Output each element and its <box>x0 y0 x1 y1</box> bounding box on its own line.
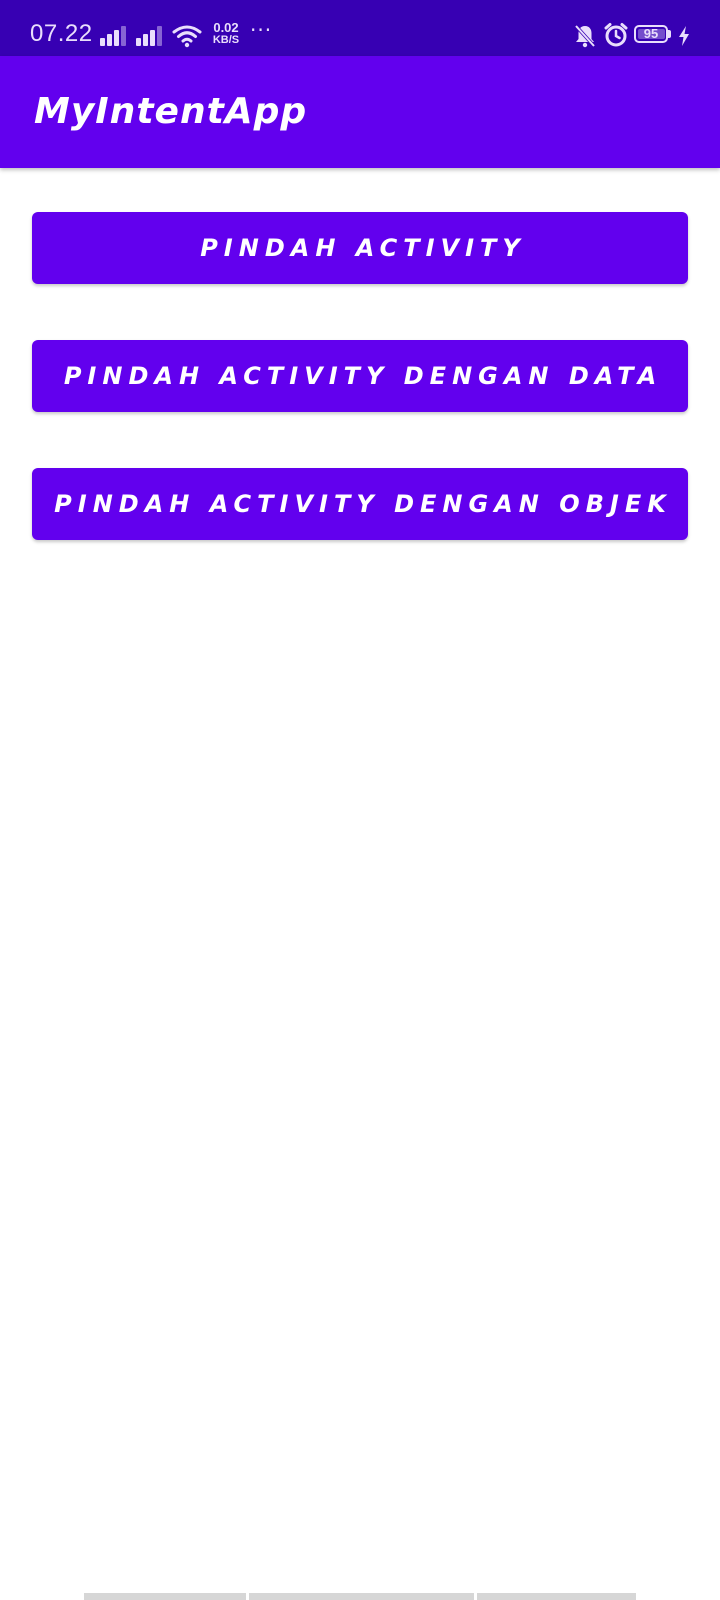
status-bar: 07.22 0.02 KB/S ··· 95 <box>0 0 720 56</box>
nav-segment-left[interactable] <box>84 1593 246 1600</box>
move-activity-button[interactable]: PINDAH ACTIVITY <box>32 212 688 284</box>
app-title: MyIntentApp <box>34 91 308 132</box>
alarm-icon <box>604 23 628 47</box>
signal-icon <box>100 26 126 46</box>
move-activity-with-object-button[interactable]: PINDAH ACTIVITY DENGAN OBJEK <box>32 468 688 540</box>
battery-tip <box>668 30 671 38</box>
app-bar: MyIntentApp <box>0 56 720 168</box>
wifi-icon <box>172 25 202 48</box>
nav-segment-center[interactable] <box>249 1593 474 1600</box>
status-time: 07.22 <box>30 20 93 47</box>
bell-off-icon <box>574 24 596 48</box>
gesture-navigation-bar[interactable] <box>84 1593 636 1600</box>
signal-icon <box>136 26 162 46</box>
network-speed-unit: KB/S <box>212 34 240 46</box>
charging-bolt-icon <box>679 26 689 46</box>
move-activity-with-data-button[interactable]: PINDAH ACTIVITY DENGAN DATA <box>32 340 688 412</box>
network-speed-value: 0.02 <box>213 20 239 35</box>
nav-segment-right[interactable] <box>477 1593 636 1600</box>
battery-level: 95 <box>643 26 659 41</box>
more-notifications-icon: ··· <box>250 18 273 42</box>
battery-icon: 95 <box>634 25 668 43</box>
network-speed: 0.02 KB/S <box>210 20 242 46</box>
